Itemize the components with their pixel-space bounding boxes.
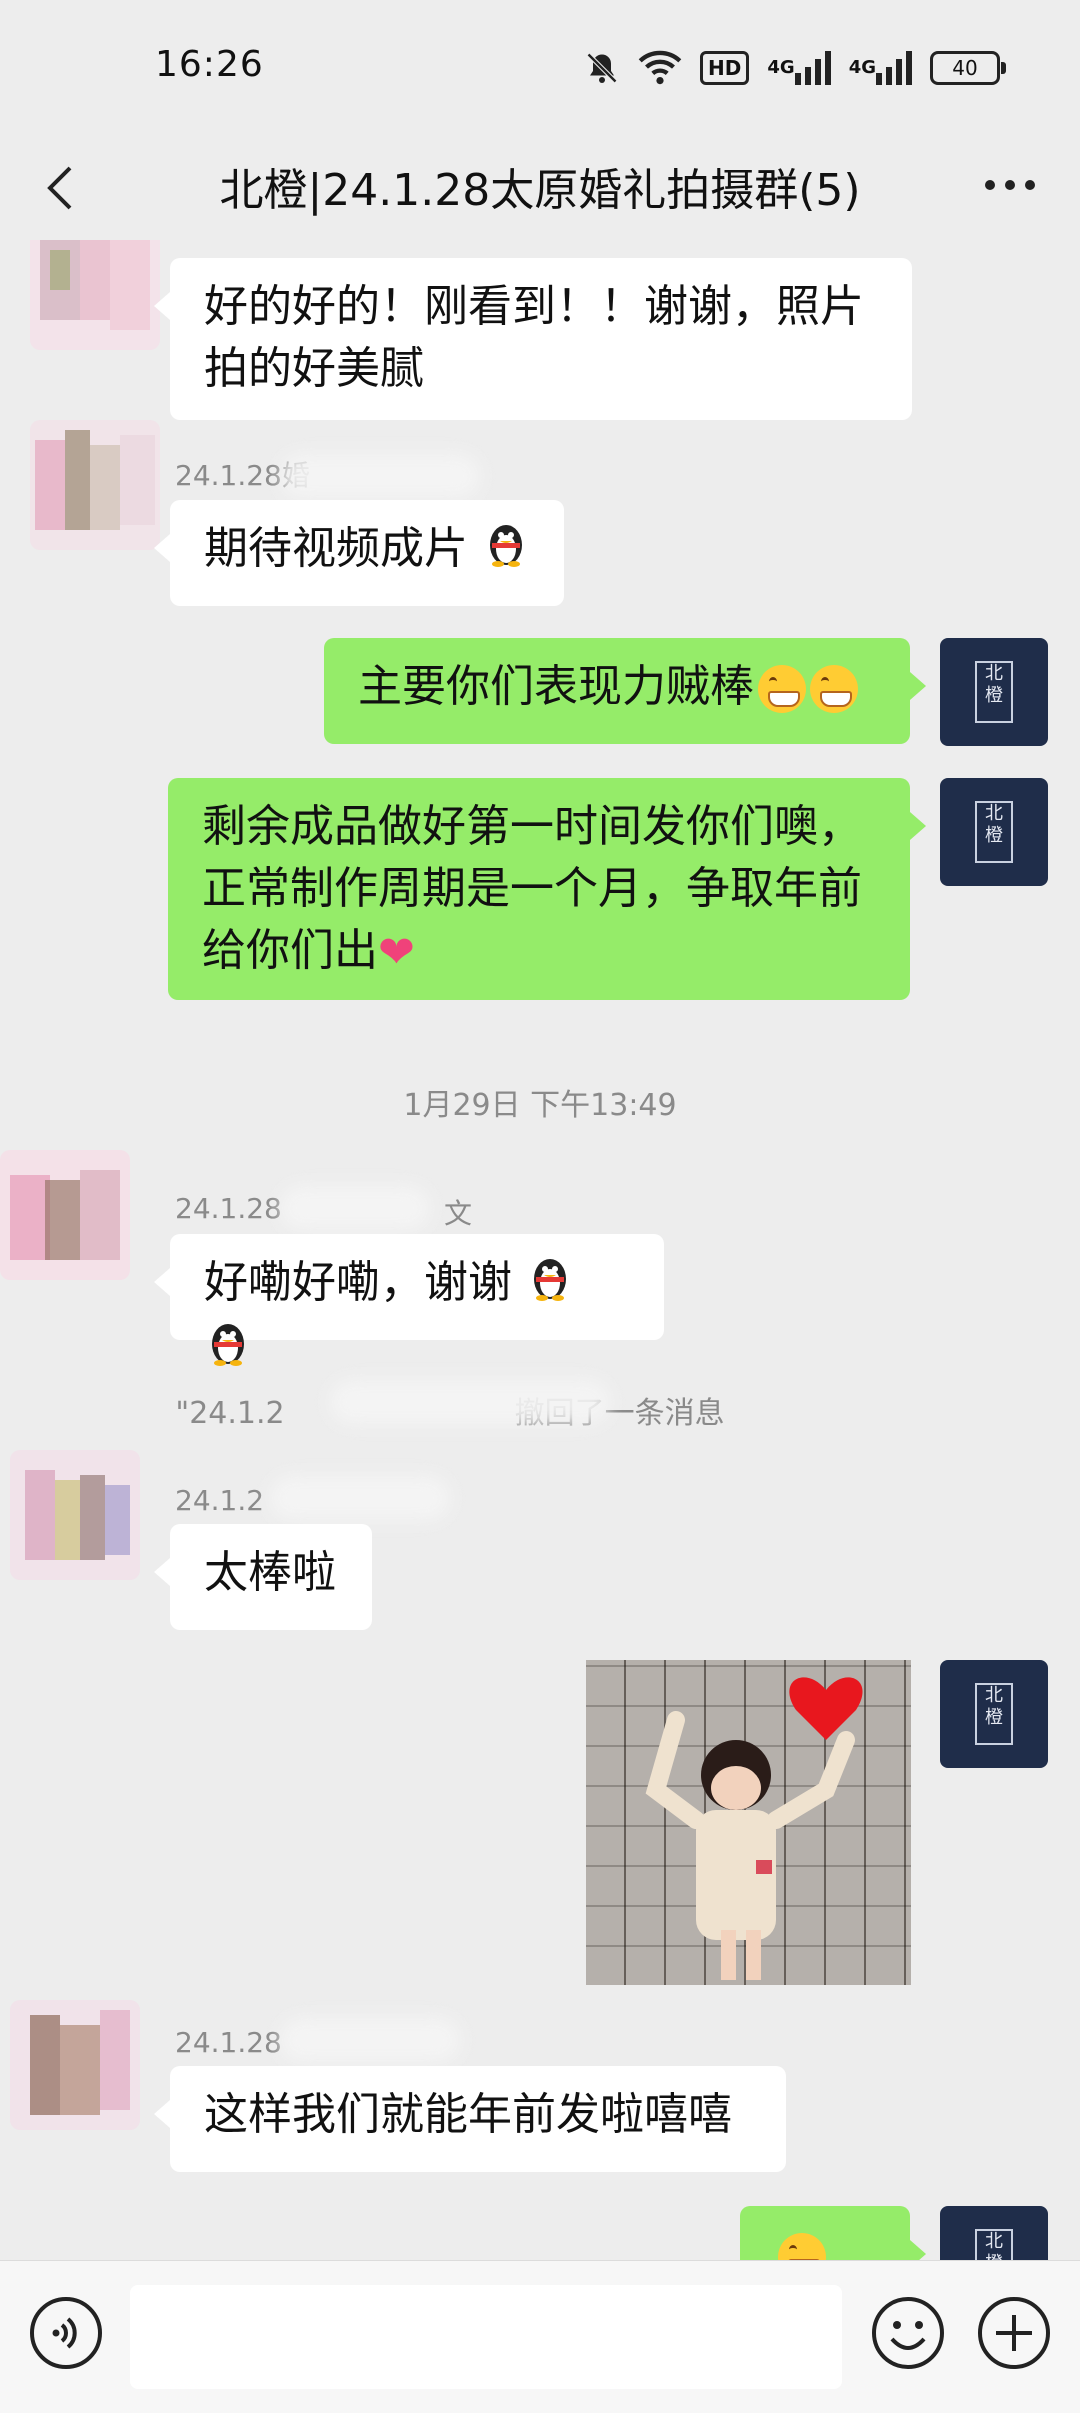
signal-icon-1: 4G [767, 48, 831, 88]
message-text: 正常制作周期是一个月，争取年前 [202, 863, 862, 914]
heart-emoji-icon: ❤ [378, 927, 415, 978]
sender-name: 24.1.28 [175, 1192, 282, 1225]
grin-emoji-icon [778, 2233, 826, 2260]
grin-emoji-icon [758, 665, 806, 713]
avatar-other-4[interactable] [10, 1450, 140, 1580]
more-dots-icon [985, 180, 1035, 190]
brand-seal-logo: 北橙 [975, 801, 1013, 863]
sender-name-redaction [280, 2018, 460, 2062]
sender-name-tail: 文 [444, 1197, 473, 1230]
message-bubble-1[interactable]: 好的好的！刚看到！！谢谢，照片 拍的好美腻 [154, 258, 912, 420]
voice-toggle-button[interactable] [28, 2295, 104, 2371]
message-text: 主要你们表现力贼棒 [358, 661, 754, 712]
brand-seal-logo: 北橙 [975, 661, 1013, 723]
status-icons: HD 4G 4G 40 [584, 48, 1006, 88]
message-bubble-5[interactable]: 好嘞好嘞，谢谢 [154, 1234, 664, 1366]
brand-seal-logo: 北橙 [975, 1683, 1013, 1745]
wifi-icon [638, 48, 682, 88]
message-list[interactable]: 好的好的！刚看到！！谢谢，照片 拍的好美腻 24.1.28婚 期待视频成片 主要… [0, 240, 1080, 2260]
message-bubble-4[interactable]: 剩余成品做好第一时间发你们噢， 正常制作周期是一个月，争取年前 给你们出❤ [168, 778, 926, 1000]
avatar-self-3[interactable]: 北橙 [940, 1660, 1048, 1768]
message-bubble-2[interactable]: 期待视频成片 [154, 500, 564, 606]
sender-name-redaction [280, 454, 480, 498]
brand-seal-logo: 北橙 [975, 2229, 1013, 2260]
chat-header: 北橙|24.1.28太原婚礼拍摄群(5) [0, 130, 1080, 240]
message-bubble-8[interactable]: 这样我们就能年前发啦嘻嘻 [154, 2066, 786, 2172]
more-functions-button[interactable] [976, 2295, 1052, 2371]
input-bar [0, 2260, 1080, 2413]
status-time: 16:26 [155, 44, 264, 85]
plus-icon [978, 2297, 1050, 2369]
message-input[interactable] [130, 2285, 842, 2389]
smiley-icon [872, 2297, 944, 2369]
sent-photo[interactable] [586, 1660, 911, 1985]
recall-name-redaction [330, 1380, 610, 1424]
message-text: 剩余成品做好第一时间发你们噢， [202, 801, 862, 852]
girl-photo-illustration [645, 1677, 863, 1980]
message-text: 太棒啦 [204, 1547, 336, 1598]
grin-emoji-icon [810, 665, 858, 713]
message-text: 好嘞好嘞，谢谢 [204, 1257, 512, 1308]
sender-name-redaction [270, 1476, 450, 1520]
avatar-self-2[interactable]: 北橙 [940, 778, 1048, 886]
message-text: 拍的好美腻 [204, 343, 424, 394]
hd-badge: HD [700, 51, 750, 85]
avatar-self-4[interactable]: 北橙 [940, 2206, 1048, 2260]
signal-icon-2: 4G [849, 48, 912, 88]
more-options-button[interactable] [980, 170, 1040, 200]
message-text: 这样我们就能年前发啦嘻嘻 [204, 2089, 732, 2140]
voice-icon [30, 2297, 102, 2369]
message-text: 期待视频成片 [204, 523, 468, 574]
penguin-emoji-icon [526, 1253, 574, 1318]
avatar-other-2[interactable] [30, 420, 160, 550]
avatar-other-1[interactable] [30, 240, 160, 350]
chat-title: 北橙|24.1.28太原婚礼拍摄群(5) [219, 165, 861, 216]
battery-indicator: 40 [930, 51, 1006, 85]
avatar-other-3[interactable] [0, 1150, 130, 1280]
emoji-button[interactable] [870, 2295, 946, 2371]
mute-bell-icon [584, 48, 620, 88]
message-text: 给你们出❤ [202, 920, 876, 984]
message-bubble-6[interactable]: 太棒啦 [154, 1524, 372, 1630]
sender-name: 24.1.2 [175, 1484, 265, 1517]
penguin-emoji-icon [482, 519, 530, 584]
penguin-emoji-icon [204, 1318, 252, 1383]
chat-timestamp: 1月29日 下午13:49 [403, 1088, 677, 1123]
sender-name-redaction [280, 1186, 430, 1230]
avatar-other-5[interactable] [10, 2000, 140, 2130]
message-bubble-9[interactable] [740, 2206, 926, 2260]
message-text: 好的好的！刚看到！！谢谢，照片 [204, 281, 864, 332]
avatar-self-1[interactable]: 北橙 [940, 638, 1048, 746]
message-bubble-3[interactable]: 主要你们表现力贼棒 [324, 638, 926, 744]
status-bar: 16:26 HD 4G 4G 40 [0, 0, 1080, 130]
sender-name: 24.1.28 [175, 2026, 282, 2059]
